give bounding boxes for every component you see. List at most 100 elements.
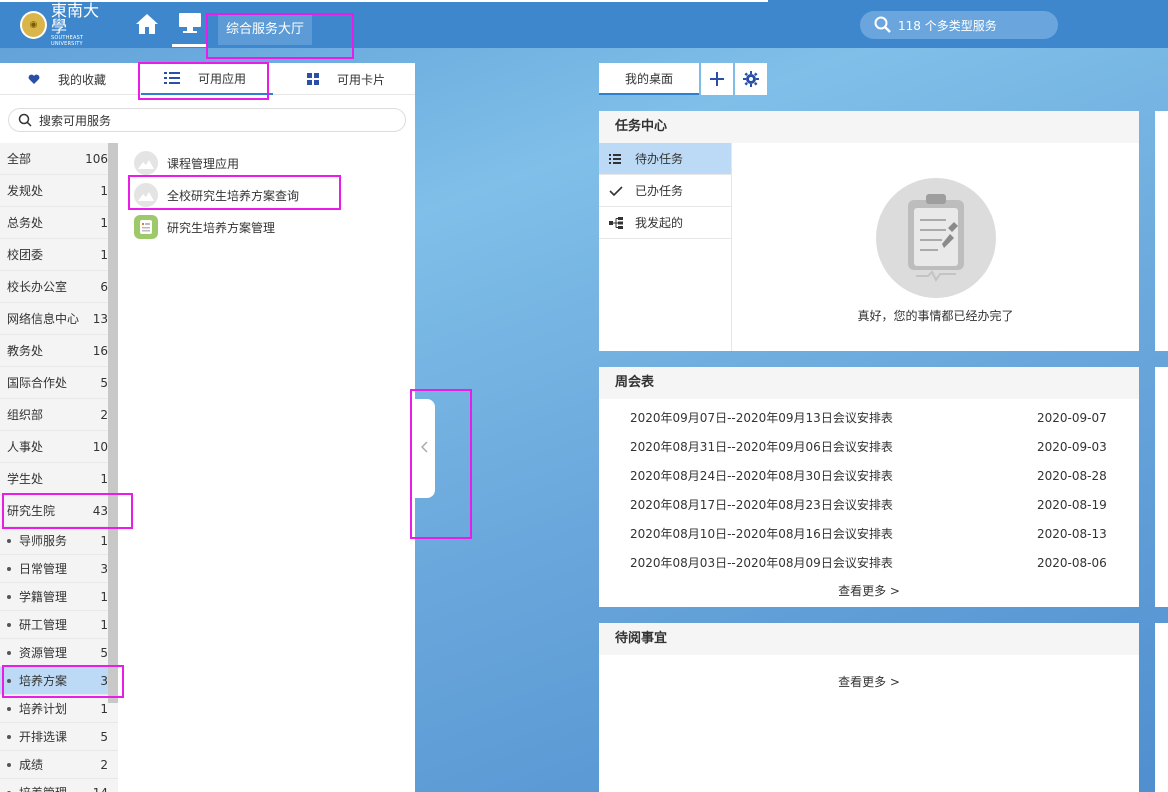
app-item[interactable]: 研究生培养方案管理 bbox=[134, 211, 299, 243]
search-summary: 118 个多类型服务 bbox=[898, 18, 997, 33]
category-item-graduate-school[interactable]: 研究生院 43 bbox=[0, 495, 118, 527]
category-item[interactable]: 组织部 2 bbox=[0, 399, 118, 431]
subcategory-label: 日常管理 bbox=[19, 562, 68, 576]
category-item[interactable]: 网络信息中心 13 bbox=[0, 303, 118, 335]
category-count: 1 bbox=[100, 247, 108, 262]
grid-icon bbox=[307, 73, 319, 85]
collapse-panel-button[interactable] bbox=[415, 399, 435, 498]
list-icon bbox=[609, 153, 623, 164]
meeting-title: 2020年09月07日--2020年09月13日会议安排表 bbox=[630, 411, 893, 425]
subcategory-item[interactable]: 培养计划 1 bbox=[0, 695, 118, 723]
category-list: 全部 106 发规处 1 总务处 1 校团委 1 校长办公室 6 网络信息中心 13 教务处… bbox=[0, 143, 118, 792]
meeting-row[interactable]: 2020年08月17日--2020年08月23日会议安排表 2020-08-19 bbox=[599, 490, 1139, 519]
meeting-date: 2020-08-13 bbox=[1037, 526, 1107, 541]
subcategory-label: 培养计划 bbox=[19, 702, 68, 716]
home-icon[interactable] bbox=[134, 12, 160, 38]
category-item[interactable]: 国际合作处 5 bbox=[0, 367, 118, 399]
view-more-link[interactable]: 查看更多 > bbox=[599, 673, 1139, 690]
subcategory-label: 研工管理 bbox=[19, 618, 68, 632]
task-center-card: 任务中心 待办任务 已办任务 我发起的 真好，您的事情都已经办完了 bbox=[599, 111, 1139, 351]
add-desktop-button[interactable] bbox=[701, 63, 733, 95]
category-scrollbar[interactable] bbox=[108, 143, 118, 703]
category-item[interactable]: 教务处 16 bbox=[0, 335, 118, 367]
tab-label: 可用卡片 bbox=[337, 72, 386, 87]
tab-available-apps[interactable]: 可用应用 bbox=[141, 63, 273, 95]
subcategory-item[interactable]: 培养管理 14 bbox=[0, 779, 118, 792]
category-count: 6 bbox=[100, 279, 108, 294]
category-count: 106 bbox=[85, 151, 108, 166]
meeting-title: 2020年08月31日--2020年09月06日会议安排表 bbox=[630, 440, 893, 454]
meeting-date: 2020-08-19 bbox=[1037, 497, 1107, 512]
task-nav-done[interactable]: 已办任务 bbox=[599, 175, 731, 207]
service-search-input[interactable]: 搜索可用服务 bbox=[8, 108, 406, 132]
search-placeholder: 搜索可用服务 bbox=[39, 113, 112, 128]
chevron-left-icon bbox=[420, 441, 429, 456]
subcategory-item[interactable]: 导师服务 1 bbox=[0, 527, 118, 555]
subcategory-label: 培养管理 bbox=[19, 784, 67, 792]
subcategory-item[interactable]: 成绩 2 bbox=[0, 751, 118, 779]
category-item[interactable]: 校团委 1 bbox=[0, 239, 118, 271]
desktop-active-indicator bbox=[172, 44, 208, 47]
check-icon bbox=[609, 185, 623, 196]
category-item[interactable]: 学生处 1 bbox=[0, 463, 118, 495]
meeting-row[interactable]: 2020年08月10日--2020年08月16日会议安排表 2020-08-13 bbox=[599, 519, 1139, 548]
subcategory-item[interactable]: 资源管理 5 bbox=[0, 639, 118, 667]
category-count: 13 bbox=[92, 311, 108, 326]
category-count: 16 bbox=[92, 343, 108, 358]
subcategory-count: 2 bbox=[100, 757, 108, 772]
category-item[interactable]: 人事处 10 bbox=[0, 431, 118, 463]
logo-text: 東南大學 SOUTHEAST UNIVERSITY bbox=[51, 3, 114, 48]
meeting-row[interactable]: 2020年08月03日--2020年08月09日会议安排表 2020-08-06 bbox=[599, 548, 1139, 577]
task-nav-todo[interactable]: 待办任务 bbox=[599, 143, 731, 175]
subcategory-label: 资源管理 bbox=[19, 646, 68, 660]
subcategory-item[interactable]: 学籍管理 1 bbox=[0, 583, 118, 611]
category-item[interactable]: 全部 106 bbox=[0, 143, 118, 175]
tab-available-cards[interactable]: 可用卡片 bbox=[307, 63, 407, 95]
task-nav: 待办任务 已办任务 我发起的 bbox=[599, 143, 732, 351]
view-more-link[interactable]: 查看更多 > bbox=[599, 577, 1139, 605]
meeting-row[interactable]: 2020年08月24日--2020年08月30日会议安排表 2020-08-28 bbox=[599, 461, 1139, 490]
meeting-title: 2020年08月03日--2020年08月09日会议安排表 bbox=[630, 556, 893, 570]
search-icon bbox=[18, 113, 32, 130]
subcategory-count: 3 bbox=[100, 561, 108, 576]
service-hall-tab[interactable]: 综合服务大厅 bbox=[218, 15, 313, 45]
app-label: 研究生培养方案管理 bbox=[167, 220, 276, 235]
subcategory-count: 1 bbox=[100, 589, 108, 604]
subcategory-item-training-plan[interactable]: 培养方案 3 bbox=[0, 667, 118, 695]
list-icon bbox=[164, 72, 180, 84]
logo-subtitle: SOUTHEAST UNIVERSITY bbox=[51, 35, 84, 47]
category-label: 研究生院 bbox=[7, 504, 56, 518]
top-accent-line bbox=[0, 0, 768, 2]
meeting-row[interactable]: 2020年08月31日--2020年09月06日会议安排表 2020-09-03 bbox=[599, 432, 1139, 461]
meeting-list: 2020年09月07日--2020年09月13日会议安排表 2020-09-07 … bbox=[599, 403, 1139, 605]
category-label: 校长办公室 bbox=[7, 280, 68, 294]
app-item[interactable]: 课程管理应用 bbox=[134, 147, 299, 179]
meeting-date: 2020-09-03 bbox=[1037, 439, 1107, 454]
card-title: 任务中心 bbox=[599, 111, 1139, 143]
tab-favorites[interactable]: 我的收藏 bbox=[28, 63, 138, 95]
subcategory-count: 1 bbox=[100, 533, 108, 548]
subcategory-item[interactable]: 开排选课 5 bbox=[0, 723, 118, 751]
task-nav-label: 待办任务 bbox=[635, 152, 684, 166]
category-item[interactable]: 发规处 1 bbox=[0, 175, 118, 207]
search-icon bbox=[874, 16, 892, 37]
subcategory-item[interactable]: 日常管理 3 bbox=[0, 555, 118, 583]
subcategory-item[interactable]: 研工管理 1 bbox=[0, 611, 118, 639]
tab-my-desktop[interactable]: 我的桌面 bbox=[599, 63, 699, 95]
global-search[interactable]: 118 个多类型服务 bbox=[860, 11, 1058, 39]
subcategory-count: 5 bbox=[100, 645, 108, 660]
category-item[interactable]: 校长办公室 6 bbox=[0, 271, 118, 303]
task-nav-initiated[interactable]: 我发起的 bbox=[599, 207, 731, 239]
left-panel: 我的收藏 可用应用 可用卡片 搜索可用服务 全部 106 发规处 1 总务处 1 校团… bbox=[0, 63, 415, 792]
subcategory-label: 导师服务 bbox=[19, 534, 68, 548]
desk-tabs: 我的桌面 bbox=[599, 63, 767, 95]
university-logo[interactable]: ◉ 東南大學 SOUTHEAST UNIVERSITY bbox=[20, 3, 114, 47]
app-item[interactable]: 全校研究生培养方案查询 bbox=[134, 179, 299, 211]
partial-card-edge bbox=[1155, 111, 1168, 351]
left-tabs: 我的收藏 可用应用 可用卡片 bbox=[0, 63, 415, 95]
task-nav-label: 已办任务 bbox=[635, 184, 684, 198]
category-item[interactable]: 总务处 1 bbox=[0, 207, 118, 239]
desktop-icon[interactable] bbox=[178, 12, 204, 38]
desktop-settings-button[interactable] bbox=[735, 63, 767, 95]
meeting-row[interactable]: 2020年09月07日--2020年09月13日会议安排表 2020-09-07 bbox=[599, 403, 1139, 432]
